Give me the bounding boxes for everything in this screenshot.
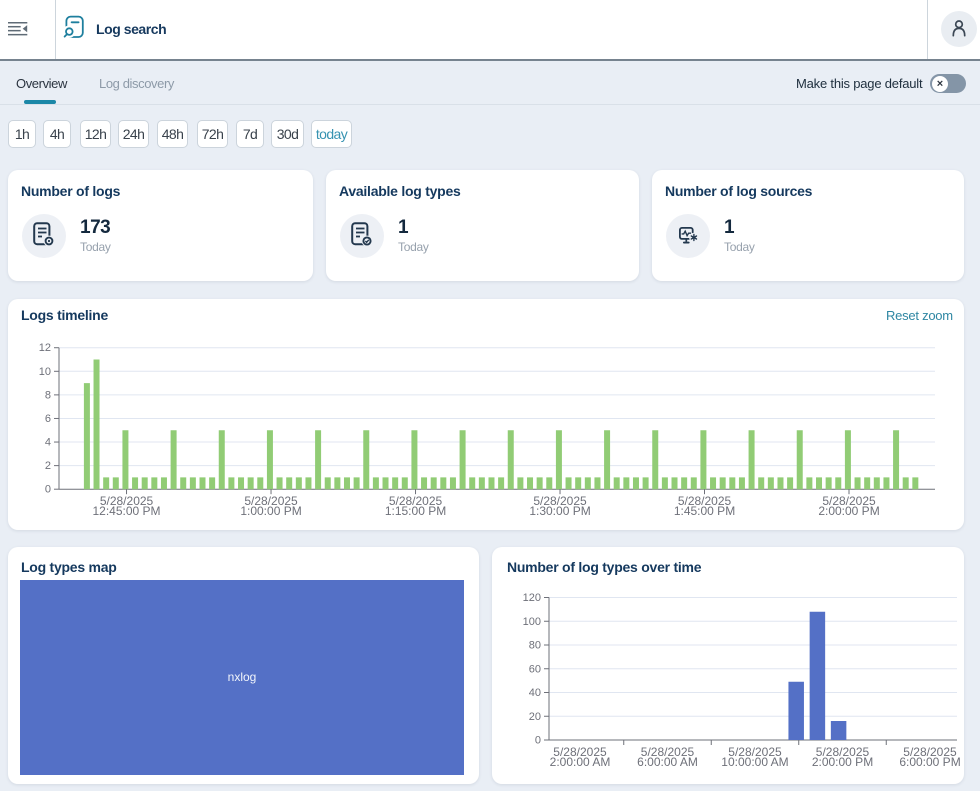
svg-text:2:00:00 PM: 2:00:00 PM bbox=[812, 755, 873, 769]
svg-text:8: 8 bbox=[45, 389, 51, 401]
svg-text:10: 10 bbox=[39, 366, 51, 378]
svg-text:1:15:00 PM: 1:15:00 PM bbox=[385, 504, 446, 518]
svg-text:4: 4 bbox=[45, 437, 51, 449]
svg-text:1:00:00 PM: 1:00:00 PM bbox=[240, 504, 301, 518]
svg-text:2: 2 bbox=[45, 460, 51, 472]
svg-text:6:00:00 PM: 6:00:00 PM bbox=[899, 755, 960, 769]
svg-text:12:45:00 PM: 12:45:00 PM bbox=[93, 504, 161, 518]
svg-text:6: 6 bbox=[45, 413, 51, 425]
svg-text:0: 0 bbox=[535, 735, 541, 747]
svg-text:120: 120 bbox=[523, 592, 541, 604]
svg-text:6:00:00 AM: 6:00:00 AM bbox=[637, 755, 698, 769]
svg-text:100: 100 bbox=[523, 616, 541, 628]
svg-text:1:45:00 PM: 1:45:00 PM bbox=[674, 504, 735, 518]
svg-text:0: 0 bbox=[45, 484, 51, 496]
svg-text:2:00:00 AM: 2:00:00 AM bbox=[550, 755, 611, 769]
svg-text:1:30:00 PM: 1:30:00 PM bbox=[529, 504, 590, 518]
svg-text:20: 20 bbox=[529, 711, 541, 723]
svg-text:10:00:00 AM: 10:00:00 AM bbox=[721, 755, 788, 769]
svg-text:2:00:00 PM: 2:00:00 PM bbox=[818, 504, 879, 518]
svg-text:40: 40 bbox=[529, 687, 541, 699]
svg-text:60: 60 bbox=[529, 663, 541, 675]
svg-text:12: 12 bbox=[39, 342, 51, 354]
svg-text:80: 80 bbox=[529, 640, 541, 652]
